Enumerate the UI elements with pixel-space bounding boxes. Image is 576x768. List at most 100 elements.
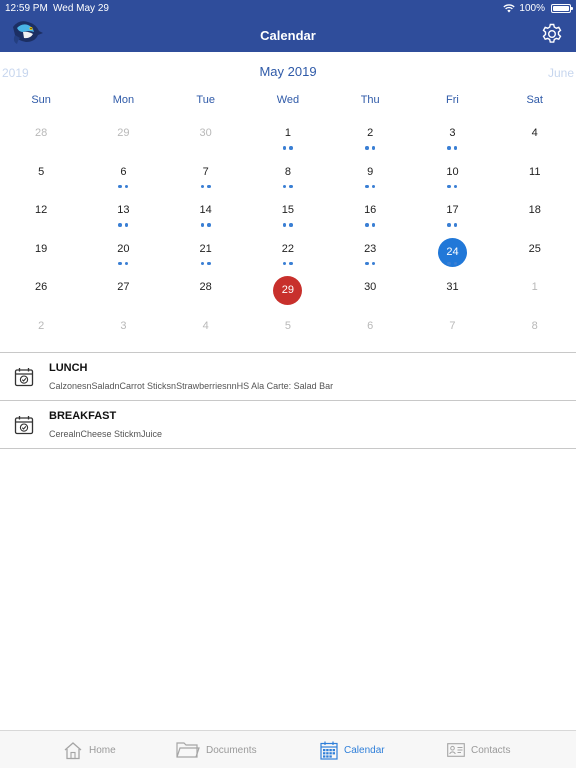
day-number: 4 — [202, 319, 209, 332]
tab-contacts[interactable]: Contacts — [447, 731, 510, 768]
calendar-day[interactable]: 4 — [165, 307, 247, 346]
next-month-button[interactable]: June — [548, 66, 574, 80]
event-dots — [165, 223, 247, 227]
day-number: 20 — [117, 242, 130, 255]
event-dot — [282, 184, 287, 189]
tab-calendar[interactable]: Calendar — [320, 731, 385, 768]
day-number: 2 — [367, 127, 374, 139]
calendar-day[interactable]: 30 — [165, 114, 247, 153]
meal-items: CalzonesnSaladnCarrot SticksnStrawberrie… — [49, 381, 334, 391]
event-dot — [453, 261, 458, 266]
weekday-header: Sun Mon Tue Wed Thu Fri Sat — [0, 94, 576, 110]
meal-item-lunch[interactable]: LUNCH CalzonesnSaladnCarrot SticksnStraw… — [0, 353, 576, 401]
calendar-day-today[interactable]: 29 — [247, 268, 329, 307]
calendar-day[interactable]: 1 — [247, 114, 329, 153]
calendar-day[interactable]: 23 — [329, 230, 411, 269]
day-number: 19 — [35, 242, 48, 255]
tab-documents[interactable]: Documents — [176, 731, 257, 768]
event-dot — [371, 184, 376, 189]
day-number: 30 — [364, 281, 377, 294]
calendar-day[interactable]: 2 — [329, 114, 411, 153]
event-dot — [282, 223, 287, 227]
day-number: 8 — [531, 319, 538, 332]
calendar-day[interactable]: 28 — [165, 268, 247, 307]
calendar-day[interactable]: 27 — [82, 268, 164, 307]
calendar-day[interactable]: 16 — [329, 191, 411, 230]
calendar-day[interactable]: 20 — [82, 230, 164, 269]
event-dot — [207, 261, 211, 266]
event-dots — [411, 146, 493, 150]
event-dot — [200, 261, 205, 266]
meal-item-breakfast[interactable]: BREAKFAST CerealnCheese StickmJuice — [0, 401, 576, 449]
calendar-day[interactable]: 14 — [165, 191, 247, 230]
event-dots — [82, 261, 164, 266]
calendar-day[interactable]: 8 — [494, 307, 576, 346]
calendar-day[interactable]: 9 — [329, 153, 411, 192]
calendar-day[interactable]: 18 — [494, 191, 576, 230]
calendar-day-selected[interactable]: 24 — [411, 230, 493, 269]
gear-icon[interactable] — [540, 22, 564, 46]
day-number: 31 — [446, 281, 459, 294]
calendar-check-icon — [14, 416, 34, 435]
calendar-day[interactable]: 17 — [411, 191, 493, 230]
event-dots — [329, 184, 411, 189]
day-number: 8 — [284, 165, 291, 178]
day-number: 9 — [367, 165, 374, 178]
calendar-day[interactable]: 29 — [82, 114, 164, 153]
calendar-day[interactable]: 15 — [247, 191, 329, 230]
calendar-day[interactable]: 30 — [329, 268, 411, 307]
event-dot — [207, 223, 211, 227]
calendar-day[interactable]: 1 — [494, 268, 576, 307]
status-bar: 12:59 PM Wed May 29 100% — [0, 0, 576, 16]
calendar-day[interactable]: 31 — [411, 268, 493, 307]
calendar-day[interactable]: 3 — [411, 114, 493, 153]
page-title: Calendar — [260, 28, 316, 43]
weekday-label: Sun — [31, 94, 51, 106]
calendar-day[interactable]: 8 — [247, 153, 329, 192]
day-number: 29 — [117, 127, 130, 139]
weekday-label: Tue — [196, 94, 215, 106]
calendar-day[interactable]: 7 — [165, 153, 247, 192]
day-number: 6 — [120, 165, 127, 178]
calendar-grid: 28 29 30 1 2 3 4 5 6 7 8 9 10 11 12 13 14 15 16 17 18 19 20 21 2… — [0, 114, 576, 346]
event-dot — [200, 223, 205, 227]
calendar-day[interactable]: 6 — [329, 307, 411, 346]
meal-items: CerealnCheese StickmJuice — [49, 429, 163, 439]
calendar-day[interactable]: 19 — [0, 230, 82, 269]
weekday-label: Mon — [112, 94, 135, 106]
event-dot — [289, 184, 293, 189]
calendar-day[interactable]: 21 — [165, 230, 247, 269]
tab-home[interactable]: Home — [63, 731, 116, 768]
calendar-day[interactable]: 25 — [494, 230, 576, 269]
home-icon — [64, 741, 82, 759]
day-number: 7 — [449, 319, 456, 332]
day-number: 1 — [284, 127, 291, 139]
calendar-day[interactable]: 11 — [494, 153, 576, 192]
day-number: 1 — [531, 281, 538, 294]
calendar-week-row: 26 27 28 29 30 31 1 — [0, 268, 576, 307]
event-dot — [207, 184, 211, 189]
event-dot — [289, 146, 293, 150]
event-dots — [82, 184, 164, 189]
calendar-day[interactable]: 28 — [0, 114, 82, 153]
day-number: 25 — [528, 242, 541, 255]
calendar-day[interactable]: 2 — [0, 307, 82, 346]
day-number: 27 — [117, 281, 130, 294]
calendar-day[interactable]: 7 — [411, 307, 493, 346]
calendar-day[interactable]: 4 — [494, 114, 576, 153]
calendar-week-row: 28 29 30 1 2 3 4 — [0, 114, 576, 153]
status-time: 12:59 PM — [5, 3, 48, 14]
day-number: 11 — [529, 165, 541, 178]
calendar-day[interactable]: 5 — [247, 307, 329, 346]
calendar-day[interactable]: 22 — [247, 230, 329, 269]
calendar-day[interactable]: 12 — [0, 191, 82, 230]
calendar-day[interactable]: 3 — [82, 307, 164, 346]
tab-bar: Home Documents Calendar Contacts — [0, 730, 576, 768]
calendar-day[interactable]: 13 — [82, 191, 164, 230]
status-date: Wed May 29 — [53, 3, 109, 14]
event-dots — [82, 223, 164, 227]
calendar-day[interactable]: 26 — [0, 268, 82, 307]
calendar-day[interactable]: 6 — [82, 153, 164, 192]
calendar-day[interactable]: 10 — [411, 153, 493, 192]
calendar-day[interactable]: 5 — [0, 153, 82, 192]
